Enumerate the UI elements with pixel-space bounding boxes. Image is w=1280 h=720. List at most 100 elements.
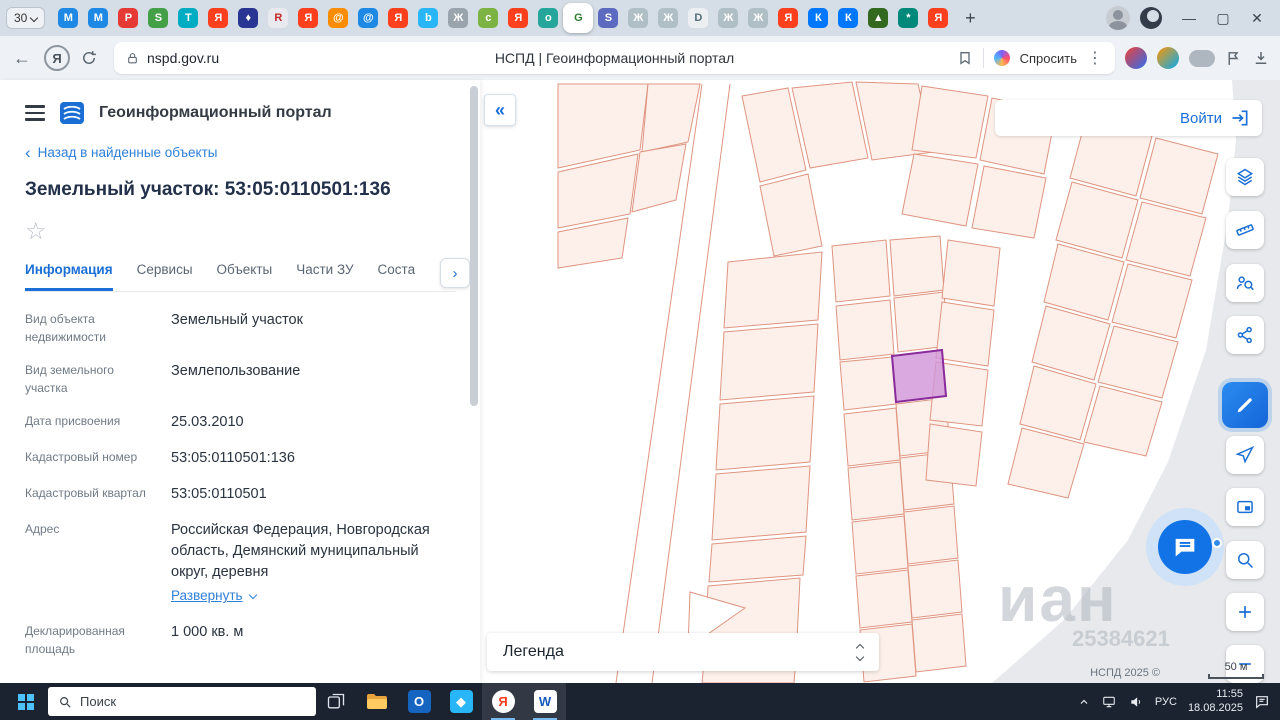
browser-tab[interactable]: M [53,3,83,33]
basemap-tool-button[interactable] [1226,488,1264,526]
browser-mode-icon[interactable] [1140,7,1162,29]
map-canvas[interactable] [480,80,1280,683]
refresh-icon[interactable] [80,49,104,67]
taskbar-search[interactable]: Поиск [48,687,316,716]
kebab-menu-icon[interactable]: ⋮ [1087,48,1103,68]
panel-tab[interactable]: Информация [25,262,113,291]
tray-expand-icon[interactable] [1078,696,1090,708]
legend-bar[interactable]: Легенда [487,633,879,671]
profile-avatar-icon[interactable] [1106,6,1130,30]
panel-collapse-button[interactable]: « [484,94,516,126]
zoom-in-button[interactable] [1226,593,1264,631]
browser-tab[interactable]: M [83,3,113,33]
tab-favicon: G [568,8,589,28]
browser-tab[interactable]: Ж [653,3,683,33]
volume-icon[interactable] [1128,695,1144,709]
tabs-scroll-right-button[interactable]: › [440,258,470,288]
search-icon [60,696,71,708]
panel-tab[interactable]: Соста [378,262,416,291]
browser-tab[interactable]: * [893,3,923,33]
adblock-icon[interactable] [1189,49,1215,67]
browser-tab[interactable]: S [593,3,623,33]
tab-favicon: @ [358,8,379,28]
login-bar[interactable]: Войти [995,100,1262,136]
taskbar-clock[interactable]: 11:55 18.08.2025 [1188,688,1243,716]
legend-toggle[interactable] [855,643,865,661]
zoom-area-tool-button[interactable] [1226,541,1264,579]
panel-tab[interactable]: Сервисы [137,262,193,291]
windows-taskbar: Поиск O ◆ Я W РУС 11:55 18.08.2025 [0,683,1280,720]
assistant-icon[interactable] [993,50,1010,66]
browser-tab[interactable]: o [533,3,563,33]
layers-tool-button[interactable] [1226,158,1264,196]
measure-tool-button[interactable] [1226,211,1264,249]
browser-tab[interactable]: c [473,3,503,33]
panel-tab[interactable]: Объекты [217,262,273,291]
browser-tab[interactable]: Я [203,3,233,33]
chat-widget[interactable] [1146,508,1224,586]
taskbar-app-photos[interactable]: ◆ [440,683,482,720]
object-search-tool-button[interactable] [1226,264,1264,302]
extension-icon[interactable] [1125,47,1147,69]
browser-tab[interactable]: S [143,3,173,33]
browser-tab[interactable]: ▲ [863,3,893,33]
field-value: Российская Федерация, Новгородская облас… [171,520,456,607]
browser-tab[interactable]: К [803,3,833,33]
taskbar-app-mail[interactable]: O [398,683,440,720]
login-button[interactable]: Войти [1180,110,1222,127]
browser-tab[interactable]: @ [323,3,353,33]
extension-icon[interactable] [1157,47,1179,69]
download-icon[interactable] [1252,49,1270,67]
flag-icon[interactable] [1225,50,1242,67]
task-view-button[interactable] [316,683,356,720]
maximize-button[interactable]: ▢ [1206,10,1240,27]
start-button[interactable] [6,683,46,720]
taskbar-app-yandex-browser[interactable]: Я [482,683,524,720]
address-bar[interactable]: nspd.gov.ru НСПД | Геоинформационный пор… [114,42,1115,74]
browser-tab[interactable]: Я [383,3,413,33]
browser-tab[interactable]: Я [923,3,953,33]
yandex-menu-icon[interactable]: Я [44,45,70,71]
panel-tab[interactable]: Части ЗУ [296,262,353,291]
omnibox-right: Спросить ⋮ [957,48,1103,68]
browser-tab[interactable]: Ж [713,3,743,33]
favorite-star-icon[interactable]: ☆ [25,217,456,246]
browser-tab[interactable]: Я [293,3,323,33]
browser-tab[interactable]: R [263,3,293,33]
browser-tab[interactable]: Ж [443,3,473,33]
login-icon [1232,110,1248,126]
back-to-results-link[interactable]: ‹ Назад в найденные объекты [25,144,456,161]
minimize-button[interactable]: — [1172,10,1206,26]
taskbar-app-word[interactable]: W [524,683,566,720]
browser-tab[interactable]: Я [503,3,533,33]
browser-tab[interactable]: Ж [743,3,773,33]
bookmark-icon[interactable] [957,50,973,66]
back-icon[interactable]: ← [10,48,34,69]
browser-tab[interactable]: @ [353,3,383,33]
draw-tool-button[interactable] [1222,382,1268,428]
browser-tab[interactable]: К [833,3,863,33]
panel-scrollbar[interactable] [470,86,478,406]
expand-link[interactable]: Развернуть [171,586,257,606]
browser-tab[interactable]: Ж [623,3,653,33]
map-area[interactable]: иан 25384621 « Войти Легенда НСПД 2025 ©… [480,80,1280,683]
browser-tab[interactable]: T [173,3,203,33]
new-tab-button[interactable]: + [957,5,983,31]
close-button[interactable]: ✕ [1240,10,1274,27]
browser-tab[interactable]: G [563,3,594,33]
ask-button[interactable]: Спросить [1020,51,1077,66]
share-tool-button[interactable] [1226,316,1264,354]
taskbar-app-explorer[interactable] [356,683,398,720]
browser-tab[interactable]: P [113,3,143,33]
notification-center-icon[interactable] [1254,694,1270,710]
browser-tab[interactable]: D [683,3,713,33]
browser-tab[interactable]: Я [773,3,803,33]
locate-tool-button[interactable] [1226,436,1264,474]
hamburger-menu-icon[interactable] [25,105,45,121]
browser-tab[interactable]: ♦ [233,3,263,33]
browser-tab[interactable]: b [413,3,443,33]
chat-button[interactable] [1158,520,1212,574]
network-icon[interactable] [1101,695,1117,709]
tab-counter[interactable]: 30 [6,7,46,29]
language-indicator[interactable]: РУС [1155,696,1177,708]
